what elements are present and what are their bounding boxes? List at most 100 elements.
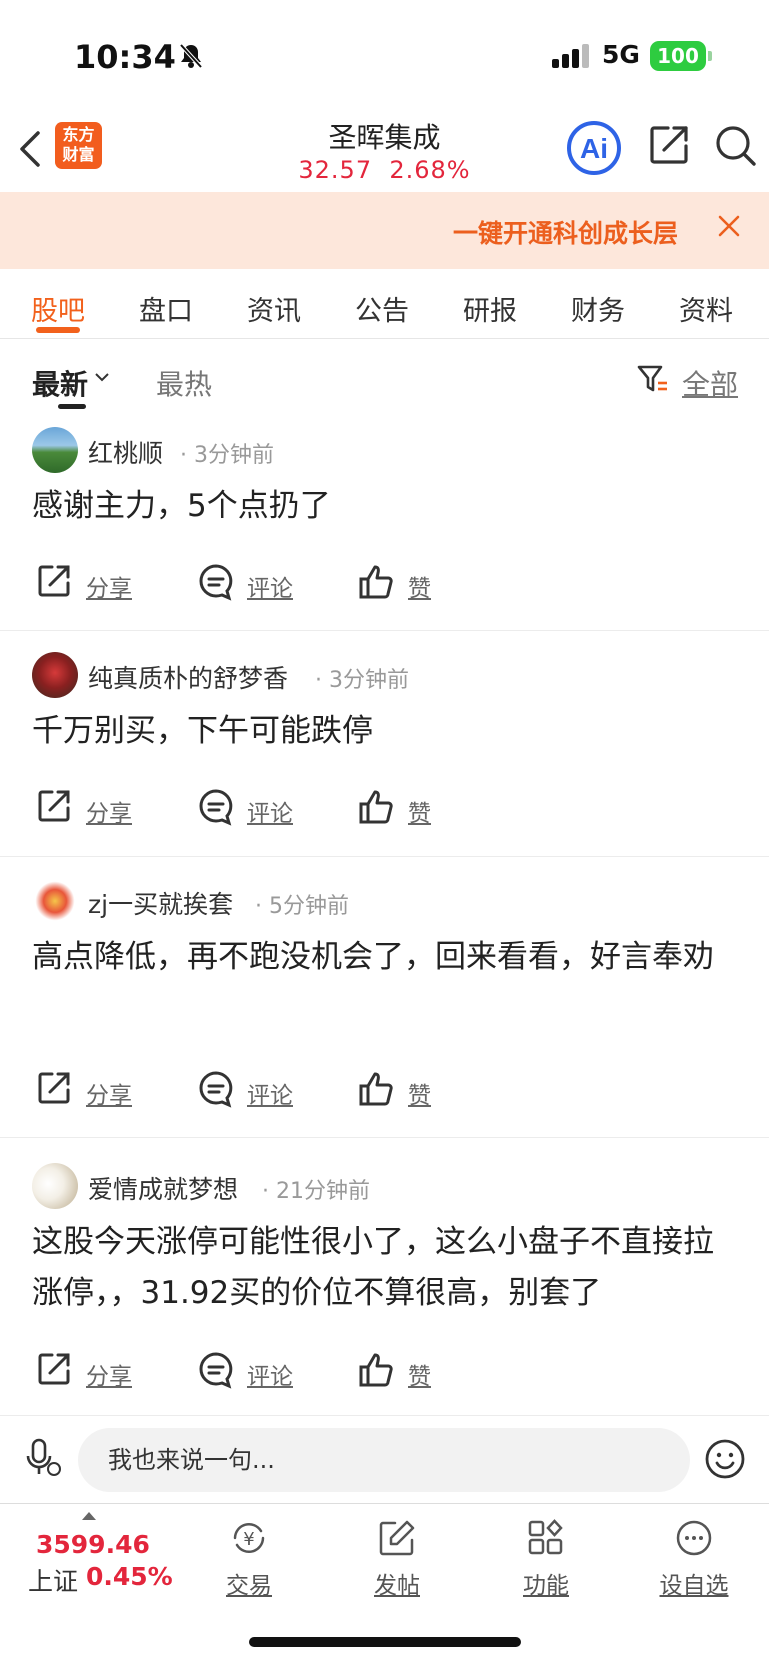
index-change[interactable]: 0.45% xyxy=(86,1562,173,1591)
status-time: 10:34 xyxy=(74,38,176,76)
post-content[interactable]: 感谢主力，5个点扔了 xyxy=(32,481,742,532)
post-username[interactable]: 纯真质朴的舒梦香 xyxy=(88,659,288,695)
post-button[interactable]: 发帖 xyxy=(347,1518,447,1600)
search-icon[interactable] xyxy=(714,124,758,168)
post-time: · 3分钟前 xyxy=(315,668,409,693)
tab-news[interactable]: 资讯 xyxy=(247,289,301,328)
signal-icon xyxy=(552,44,589,68)
tab-announcements[interactable]: 公告 xyxy=(355,289,409,328)
like-label[interactable]: 赞 xyxy=(408,794,431,828)
post-content[interactable]: 高点降低，再不跑没机会了，回来看看，好言奉劝 xyxy=(32,932,742,983)
post-item[interactable]: zj一买就挨套 · 5分钟前 高点降低，再不跑没机会了，回来看看，好言奉劝 分享… xyxy=(0,857,769,1138)
post-time-text: 21分钟前 xyxy=(276,1179,370,1204)
post-username[interactable]: 红桃顺 xyxy=(88,434,163,470)
filter-all[interactable]: 全部 xyxy=(682,363,738,403)
filter-icon[interactable] xyxy=(636,363,670,397)
comment-icon[interactable] xyxy=(197,1070,235,1108)
thumbs-up-icon[interactable] xyxy=(358,563,396,601)
comment-input[interactable]: 我也来说一句... xyxy=(78,1428,690,1492)
tab-profile[interactable]: 资料 xyxy=(679,289,733,328)
thumbs-up-icon[interactable] xyxy=(358,1351,396,1389)
battery-tip xyxy=(708,51,712,61)
svg-text:¥: ¥ xyxy=(243,1529,254,1550)
status-bar: 10:34 5G 100 xyxy=(0,0,769,110)
add-watchlist-button[interactable]: 设自选 xyxy=(644,1518,744,1600)
post-time: · 5分钟前 xyxy=(255,894,349,919)
stock-header: 东方 财富 圣晖集成 32.57 2.68% Ai xyxy=(0,110,769,192)
more-icon[interactable] xyxy=(674,1518,714,1558)
promo-banner[interactable]: 一键开通科创成长层 xyxy=(0,192,769,269)
thumbs-up-icon[interactable] xyxy=(358,788,396,826)
trade-button[interactable]: ¥ 交易 xyxy=(199,1518,299,1600)
banner-text[interactable]: 一键开通科创成长层 xyxy=(453,214,693,250)
share-icon[interactable] xyxy=(36,1070,72,1106)
ai-assistant-icon[interactable]: Ai xyxy=(566,120,622,176)
share-label[interactable]: 分享 xyxy=(86,794,132,828)
chevron-down-icon[interactable] xyxy=(94,371,110,383)
grid-apps-icon[interactable] xyxy=(526,1518,566,1558)
active-tab-indicator xyxy=(36,327,80,333)
voice-input-icon[interactable] xyxy=(26,1438,62,1478)
comment-label[interactable]: 评论 xyxy=(247,569,293,603)
network-type: 5G xyxy=(602,40,640,69)
share-icon[interactable] xyxy=(36,563,72,599)
avatar[interactable] xyxy=(32,652,78,698)
post-time: · 21分钟前 xyxy=(262,1179,370,1204)
post-item[interactable]: 红桃顺 · 3分钟前 感谢主力，5个点扔了 分享 评论 赞 xyxy=(0,419,769,631)
comment-icon[interactable] xyxy=(197,788,235,826)
thumbs-up-icon[interactable] xyxy=(358,1070,396,1108)
expand-up-icon[interactable] xyxy=(82,1512,96,1520)
avatar[interactable] xyxy=(32,878,78,924)
comment-label[interactable]: 评论 xyxy=(247,794,293,828)
add-watchlist-label[interactable]: 设自选 xyxy=(644,1566,744,1600)
sort-bar: 最新 最热 全部 xyxy=(0,339,769,419)
post-time-text: 3分钟前 xyxy=(329,668,409,693)
tab-research[interactable]: 研报 xyxy=(463,289,517,328)
tab-pankou[interactable]: 盘口 xyxy=(139,289,193,328)
home-indicator[interactable] xyxy=(249,1637,521,1647)
tab-guba[interactable]: 股吧 xyxy=(31,289,85,328)
avatar[interactable] xyxy=(32,1163,78,1209)
post-username[interactable]: 爱情成就梦想 xyxy=(88,1170,238,1206)
share-icon[interactable] xyxy=(648,124,690,166)
avatar[interactable] xyxy=(32,427,78,473)
sort-active-indicator xyxy=(58,404,86,409)
share-icon[interactable] xyxy=(36,788,72,824)
comment-icon[interactable] xyxy=(197,563,235,601)
sort-newest[interactable]: 最新 xyxy=(32,363,88,403)
sort-hottest[interactable]: 最热 xyxy=(156,363,212,403)
post-time-text: 3分钟前 xyxy=(194,443,274,468)
post-item[interactable]: 纯真质朴的舒梦香 · 3分钟前 千万别买，下午可能跌停 分享 评论 赞 xyxy=(0,631,769,857)
section-tabs: 股吧 盘口 资讯 公告 研报 财务 资料 xyxy=(0,269,769,339)
post-label[interactable]: 发帖 xyxy=(347,1566,447,1600)
share-icon[interactable] xyxy=(36,1351,72,1387)
share-label[interactable]: 分享 xyxy=(86,1076,132,1110)
like-label[interactable]: 赞 xyxy=(408,1076,431,1110)
close-icon[interactable] xyxy=(716,213,742,239)
share-label[interactable]: 分享 xyxy=(86,1357,132,1391)
stock-change: 2.68% xyxy=(389,156,471,184)
compose-icon[interactable] xyxy=(377,1518,417,1558)
bell-muted-icon xyxy=(179,43,203,69)
like-label[interactable]: 赞 xyxy=(408,569,431,603)
post-username[interactable]: zj一买就挨套 xyxy=(88,885,233,921)
functions-button[interactable]: 功能 xyxy=(496,1518,596,1600)
comment-label[interactable]: 评论 xyxy=(247,1076,293,1110)
trade-icon[interactable]: ¥ xyxy=(227,1518,271,1558)
share-label[interactable]: 分享 xyxy=(86,569,132,603)
comment-label[interactable]: 评论 xyxy=(247,1357,293,1391)
comment-icon[interactable] xyxy=(197,1351,235,1389)
post-time-text: 5分钟前 xyxy=(269,894,349,919)
tab-financials[interactable]: 财务 xyxy=(571,289,625,328)
stock-price: 32.57 xyxy=(298,156,373,184)
svg-text:Ai: Ai xyxy=(580,133,608,164)
post-item[interactable]: 爱情成就梦想 · 21分钟前 这股今天涨停可能性很小了，这么小盘子不直接拉涨停，… xyxy=(0,1138,769,1416)
trade-label[interactable]: 交易 xyxy=(199,1566,299,1600)
emoji-icon[interactable] xyxy=(704,1438,746,1480)
post-content[interactable]: 这股今天涨停可能性很小了，这么小盘子不直接拉涨停，，31.92买的价位不算很高，… xyxy=(32,1217,742,1319)
index-value[interactable]: 3599.46 xyxy=(36,1530,150,1559)
functions-label[interactable]: 功能 xyxy=(496,1566,596,1600)
index-name[interactable]: 上证 xyxy=(28,1562,78,1598)
post-content[interactable]: 千万别买，下午可能跌停 xyxy=(32,706,742,757)
like-label[interactable]: 赞 xyxy=(408,1357,431,1391)
